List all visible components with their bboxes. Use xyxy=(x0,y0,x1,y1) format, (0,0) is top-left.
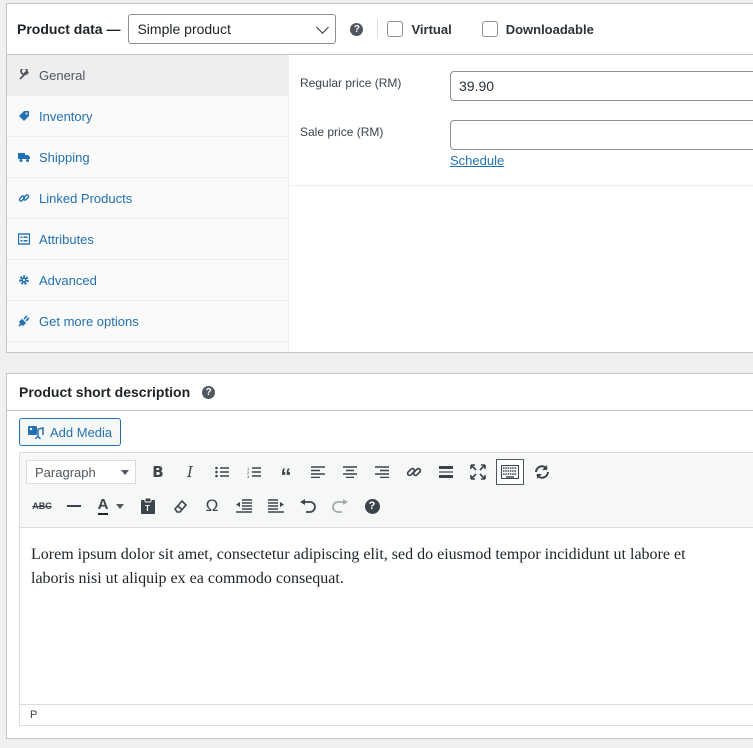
tab-inventory[interactable]: Inventory xyxy=(7,96,288,137)
virtual-label: Virtual xyxy=(411,21,452,37)
svg-text:T: T xyxy=(145,504,150,513)
link-icon xyxy=(18,194,30,202)
redo-icon[interactable] xyxy=(324,493,356,519)
caret-down-icon xyxy=(116,503,125,509)
divider xyxy=(377,19,379,39)
product-data-tabs: General Inventory Shipping Linked Produc… xyxy=(7,55,289,352)
horizontal-line-icon[interactable] xyxy=(58,493,90,519)
plugin-icon xyxy=(18,315,30,327)
bold-icon[interactable]: B xyxy=(142,459,174,485)
tab-linked-products-label: Linked Products xyxy=(39,190,133,206)
downloadable-checkbox[interactable]: Downloadable xyxy=(481,21,594,37)
tinymce-editor: Paragraph B I 123 “ ABC A T Ω ? Lorem ip… xyxy=(19,452,753,726)
chevron-down-icon xyxy=(316,20,330,34)
refresh-icon[interactable] xyxy=(526,459,558,485)
wrench-icon xyxy=(19,69,29,80)
tab-advanced[interactable]: Advanced xyxy=(7,260,288,301)
tab-general-label: General xyxy=(39,67,86,83)
bullet-list-icon[interactable] xyxy=(206,459,238,485)
product-type-value: Simple product xyxy=(137,21,231,37)
read-more-icon[interactable] xyxy=(430,459,462,485)
strikethrough-icon[interactable]: ABC xyxy=(26,493,58,519)
tab-general[interactable]: General xyxy=(7,55,288,96)
editor-content[interactable]: Lorem ipsum dolor sit amet, consectetur … xyxy=(31,543,686,591)
align-right-icon[interactable] xyxy=(366,459,398,485)
general-fields: Regular price (RM) 39.90 Sale price (RM)… xyxy=(289,55,753,186)
tab-get-more-options[interactable]: Get more options xyxy=(7,301,288,342)
virtual-checkbox-box[interactable] xyxy=(387,21,404,37)
toolbar-row-2: ABC A T Ω ? xyxy=(26,493,388,519)
keyboard-shortcuts-help-icon[interactable]: ? xyxy=(356,493,388,519)
regular-price-input[interactable]: 39.90 xyxy=(450,71,753,101)
help-icon[interactable]: ? xyxy=(350,22,364,36)
editor-status-path: P xyxy=(20,704,753,725)
product-data-panel: Product data — Simple product ? Virtual … xyxy=(6,3,753,353)
gear-icon xyxy=(19,275,29,285)
schedule-link[interactable]: Schedule xyxy=(450,153,504,168)
product-data-header: Product data — Simple product ? Virtual … xyxy=(7,4,753,55)
list-icon xyxy=(18,233,30,245)
special-character-icon[interactable]: Ω xyxy=(196,493,228,519)
add-media-label: Add Media xyxy=(50,424,113,440)
tag-icon xyxy=(19,111,29,121)
product-type-select[interactable]: Simple product xyxy=(128,14,337,44)
tab-linked-products[interactable]: Linked Products xyxy=(7,178,288,219)
insert-link-icon[interactable] xyxy=(398,459,430,485)
fullscreen-icon[interactable] xyxy=(462,459,494,485)
undo-icon[interactable] xyxy=(292,493,324,519)
virtual-checkbox[interactable]: Virtual xyxy=(387,21,452,37)
tab-inventory-label: Inventory xyxy=(39,108,93,124)
paste-text-icon[interactable]: T xyxy=(132,493,164,519)
format-select-value: Paragraph xyxy=(35,464,96,480)
content-line: Lorem ipsum dolor sit amet, consectetur … xyxy=(31,546,686,563)
downloadable-label: Downloadable xyxy=(505,21,594,37)
align-center-icon[interactable] xyxy=(334,459,366,485)
svg-text:3: 3 xyxy=(247,474,250,478)
blockquote-icon[interactable]: “ xyxy=(270,459,302,488)
short-description-panel: Product short description ? Add Media Pa… xyxy=(6,373,753,739)
content-line: laboris nisi ut aliquip ex ea commodo co… xyxy=(31,570,344,587)
caret-down-icon xyxy=(121,469,129,475)
product-data-title: Product data — xyxy=(17,21,121,37)
outdent-icon[interactable] xyxy=(228,493,260,519)
format-select[interactable]: Paragraph xyxy=(26,460,136,484)
add-media-button[interactable]: Add Media xyxy=(19,418,122,446)
tab-shipping-label: Shipping xyxy=(39,149,90,165)
short-description-title: Product short description xyxy=(19,384,191,400)
downloadable-checkbox-box[interactable] xyxy=(481,21,498,37)
tab-attributes[interactable]: Attributes xyxy=(7,219,288,260)
tab-attributes-label: Attributes xyxy=(39,231,94,247)
tab-get-more-options-label: Get more options xyxy=(39,313,139,329)
clear-formatting-icon[interactable] xyxy=(164,493,196,519)
tab-advanced-label: Advanced xyxy=(39,272,97,288)
editor-toolbar: Paragraph B I 123 “ ABC A T Ω ? xyxy=(20,453,753,528)
media-icon xyxy=(28,426,44,439)
regular-price-label: Regular price (RM) xyxy=(300,76,402,90)
indent-icon[interactable] xyxy=(260,493,292,519)
tab-shipping[interactable]: Shipping xyxy=(7,137,288,178)
short-description-header: Product short description ? xyxy=(7,374,753,411)
toolbar-row-1: Paragraph B I 123 “ xyxy=(26,459,558,488)
help-icon[interactable]: ? xyxy=(202,385,216,399)
numbered-list-icon[interactable]: 123 xyxy=(238,459,270,485)
truck-icon xyxy=(18,153,30,162)
text-color-icon[interactable]: A xyxy=(90,493,132,519)
italic-icon[interactable]: I xyxy=(174,459,206,485)
toolbar-toggle-icon[interactable] xyxy=(496,459,524,485)
sale-price-label: Sale price (RM) xyxy=(300,125,384,139)
sale-price-input[interactable] xyxy=(450,120,753,150)
align-left-icon[interactable] xyxy=(302,459,334,485)
